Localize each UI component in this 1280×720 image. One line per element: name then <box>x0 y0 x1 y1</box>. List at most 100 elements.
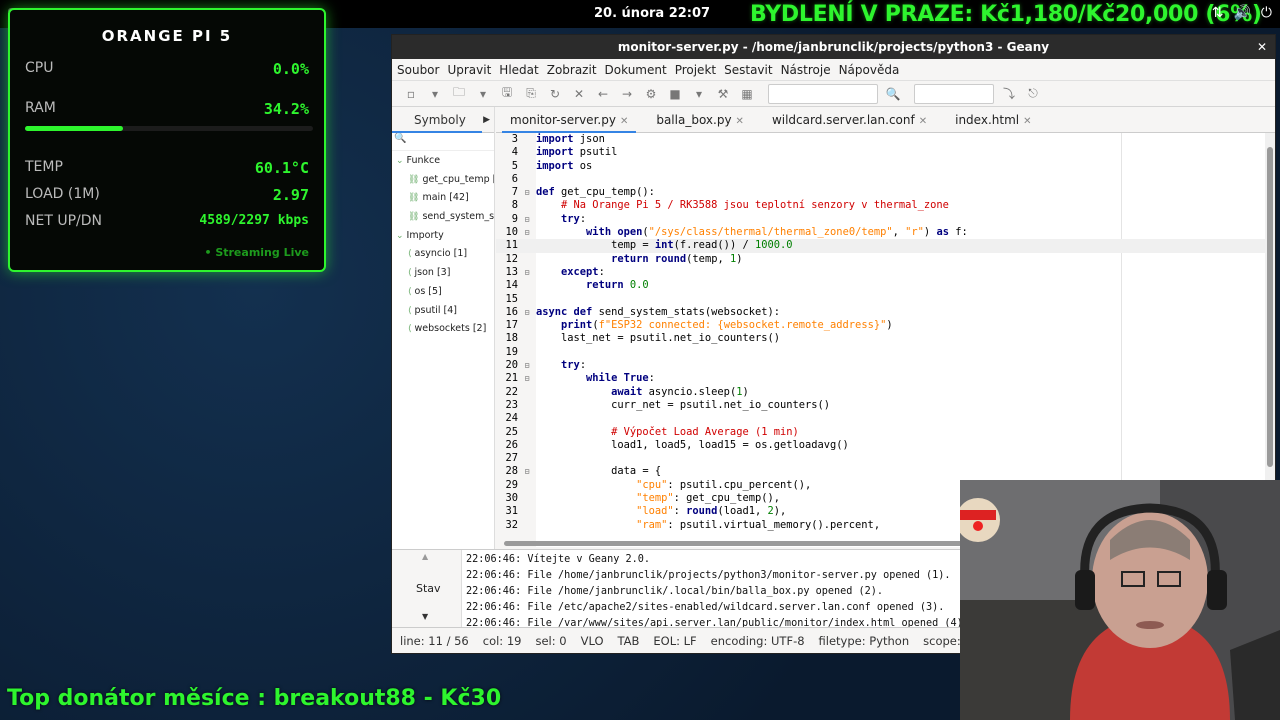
menu-nastroje[interactable]: Nástroje <box>780 63 838 77</box>
chevron-up-icon[interactable]: ▲ <box>422 552 428 561</box>
symbol-item[interactable]: ⛓send_system_stats [16] <box>392 211 494 230</box>
code-line[interactable]: 12 return round(temp, 1) <box>496 253 1266 266</box>
close-tab-icon[interactable]: ✕ <box>1023 116 1031 127</box>
menu-dokument[interactable]: Dokument <box>604 63 674 77</box>
menu-projekt[interactable]: Projekt <box>674 63 723 77</box>
code-line[interactable]: 4 import psutil <box>496 146 1266 159</box>
fold-marker-icon[interactable]: ⊟ <box>518 226 536 239</box>
goto-line-icon[interactable]: ⤵ <box>1000 85 1018 102</box>
status-message[interactable]: 22:06:46: Vítejte v Geany 2.0. <box>466 552 969 568</box>
code-line[interactable]: 24 <box>496 412 1266 425</box>
fold-marker-icon[interactable]: ⊟ <box>518 359 536 372</box>
volume-icon[interactable]: 🔊 <box>1233 5 1250 21</box>
menu-napoveda[interactable]: Nápověda <box>838 63 907 77</box>
menu-upravit[interactable]: Upravit <box>446 63 498 77</box>
network-icon[interactable]: ⇅ <box>1212 5 1224 21</box>
code-line[interactable]: 14 return 0.0 <box>496 279 1266 292</box>
close-tab-icon[interactable]: ✕ <box>919 116 927 127</box>
window-titlebar[interactable]: monitor-server.py - /home/janbrunclik/pr… <box>392 35 1275 59</box>
symbol-item[interactable]: ⟨ websockets [2] <box>392 323 494 342</box>
code-line[interactable]: 25 # Výpočet Load Average (1 min) <box>496 426 1266 439</box>
code-line[interactable]: 27 <box>496 452 1266 465</box>
status-message[interactable]: 22:06:46: File /home/janbrunclik/.local/… <box>466 584 969 600</box>
tab-balla-box-py[interactable]: balla_box.py ✕ <box>642 107 758 132</box>
symbol-item[interactable]: ⛓get_cpu_temp [7] <box>392 174 494 193</box>
search-input[interactable] <box>768 83 878 104</box>
quit-icon[interactable]: ⎋ <box>1024 86 1042 101</box>
back-icon[interactable]: ← <box>594 87 612 101</box>
new-dropdown-icon[interactable]: ▾ <box>426 87 444 101</box>
fold-marker-icon[interactable]: ⊟ <box>518 372 536 385</box>
fold-marker-icon[interactable]: ⊟ <box>518 186 536 199</box>
close-icon[interactable]: ✕ <box>1257 35 1267 59</box>
vertical-scroll-thumb[interactable] <box>1267 147 1273 467</box>
import-group-icon: ⌄ <box>396 230 404 241</box>
status-message[interactable]: 22:06:46: File /etc/apache2/sites-enable… <box>466 600 969 616</box>
compile-icon[interactable]: ⚙ <box>642 87 660 101</box>
code-line[interactable]: 8 # Na Orange Pi 5 / RK3588 jsou teplotn… <box>496 199 1266 212</box>
symbol-item[interactable]: ⟨ asyncio [1] <box>392 248 494 267</box>
menu-sestavit[interactable]: Sestavit <box>723 63 779 77</box>
build-dropdown-icon[interactable]: ▾ <box>690 87 708 101</box>
symbol-filter-input[interactable]: 🔍 <box>392 133 494 151</box>
power-icon[interactable]: ⏻ <box>1261 5 1272 21</box>
fold-marker-icon[interactable]: ⊟ <box>518 465 536 478</box>
code-text[interactable]: 3 import json 4 import psutil 5 import os 6 7 ⊟ d… <box>496 133 1266 532</box>
code-line[interactable]: 23 curr_net = psutil.net_io_counters() <box>496 399 1266 412</box>
clock[interactable]: 20. února 22:07 <box>594 6 710 21</box>
color-chooser-icon[interactable]: ▦ <box>738 87 756 101</box>
tab-symbols[interactable]: Symboly ▶ <box>392 107 494 133</box>
chevron-right-icon[interactable]: ▶ <box>483 107 490 133</box>
code-line[interactable]: 15 <box>496 293 1266 306</box>
status-message[interactable]: 22:06:46: File /home/janbrunclik/project… <box>466 568 969 584</box>
code-line[interactable]: 7 ⊟ def get_cpu_temp(): <box>496 186 1266 199</box>
reload-icon[interactable]: ↻ <box>546 87 564 101</box>
code-line[interactable]: 11 temp = int(f.read()) / 1000.0 <box>496 239 1266 253</box>
fold-marker-icon[interactable]: ⊟ <box>518 306 536 319</box>
code-line[interactable]: 13 ⊟ except: <box>496 266 1266 279</box>
code-line[interactable]: 19 <box>496 346 1266 359</box>
menu-soubor[interactable]: Soubor <box>396 63 446 77</box>
tab-wildcard-server-lan-conf[interactable]: wildcard.server.lan.conf ✕ <box>758 107 941 132</box>
symbol-item[interactable]: ⛓ main [42] <box>392 192 494 211</box>
open-file-icon[interactable]: 🗀 <box>450 83 468 104</box>
tab-monitor-server-py[interactable]: monitor-server.py ✕ <box>496 107 642 133</box>
code-line[interactable]: 9 ⊟ try: <box>496 213 1266 226</box>
code-line[interactable]: 16 ⊟ async def send_system_stats(websocket… <box>496 306 1266 319</box>
menu-zobrazit[interactable]: Zobrazit <box>546 63 604 77</box>
code-line[interactable]: 28 ⊟ data = { <box>496 465 1266 478</box>
symbol-item[interactable]: ⌄ Importy <box>392 230 494 249</box>
code-line[interactable]: 3 import json <box>496 133 1266 146</box>
code-line[interactable]: 21 ⊟ while True: <box>496 372 1266 385</box>
code-line[interactable]: 17 print(f"ESP32 connected: {websocket.r… <box>496 319 1266 332</box>
goto-line-input[interactable] <box>914 83 994 104</box>
code-line[interactable]: 10 ⊟ with open("/sys/class/thermal/therma… <box>496 226 1266 239</box>
symbol-item[interactable]: ⟨ psutil [4] <box>392 305 494 324</box>
code-line[interactable]: 20 ⊟ try: <box>496 359 1266 372</box>
execute-icon[interactable]: ⚒ <box>714 87 732 101</box>
build-icon[interactable]: ■ <box>666 87 684 101</box>
search-icon[interactable]: 🔍 <box>884 87 902 101</box>
tab-index-html[interactable]: index.html ✕ <box>941 107 1045 132</box>
code-line[interactable]: 22 await asyncio.sleep(1) <box>496 386 1266 399</box>
close-tab-icon[interactable]: ✕ <box>620 116 628 127</box>
fold-marker-icon[interactable]: ⊟ <box>518 213 536 226</box>
code-line[interactable]: 5 import os <box>496 160 1266 173</box>
open-dropdown-icon[interactable]: ▾ <box>474 87 492 101</box>
tab-status[interactable]: Stav <box>416 582 441 595</box>
chevron-down-icon[interactable]: ▼ <box>422 612 428 621</box>
menu-hledat[interactable]: Hledat <box>498 63 545 77</box>
symbol-item[interactable]: ⟨ os [5] <box>392 286 494 305</box>
save-icon[interactable]: 🖫 <box>498 83 516 104</box>
code-line[interactable]: 6 <box>496 173 1266 186</box>
fold-marker-icon[interactable]: ⊟ <box>518 266 536 279</box>
code-line[interactable]: 18 last_net = psutil.net_io_counters() <box>496 332 1266 345</box>
close-file-icon[interactable]: ✕ <box>570 87 588 101</box>
save-all-icon[interactable]: ⎘ <box>522 86 540 101</box>
symbol-item[interactable]: ⌄ Funkce <box>392 155 494 174</box>
code-line[interactable]: 26 load1, load5, load15 = os.getloadavg(… <box>496 439 1266 452</box>
close-tab-icon[interactable]: ✕ <box>736 116 744 127</box>
symbol-item[interactable]: ⟨ json [3] <box>392 267 494 286</box>
new-file-icon[interactable]: ▫ <box>402 87 420 101</box>
forward-icon[interactable]: → <box>618 87 636 101</box>
